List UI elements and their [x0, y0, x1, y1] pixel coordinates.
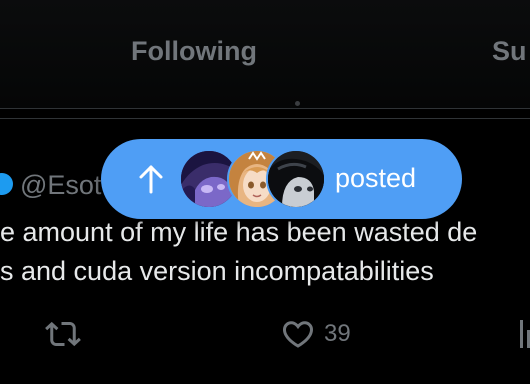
tab-following[interactable]: Following — [131, 36, 257, 67]
timeline-tabs-header: Following Su — [0, 0, 530, 109]
tweet-divider — [0, 118, 530, 119]
heart-icon — [282, 321, 314, 348]
tweet-text[interactable]: e amount of my life has been wasted de s… — [0, 213, 530, 291]
retweet-icon — [45, 321, 81, 347]
posted-label: posted — [335, 163, 417, 193]
like-button[interactable]: 39 — [280, 316, 351, 352]
verified-badge-icon — [0, 173, 13, 195]
timeline-screen: Following Su @Esot e amount of my life h… — [0, 0, 530, 384]
tweet-text-line: s and cuda version incompatabilities — [0, 256, 434, 286]
like-count: 39 — [324, 320, 351, 347]
header-dot — [295, 101, 300, 106]
avatar-dark-anime — [268, 151, 324, 207]
analytics-button[interactable] — [518, 316, 530, 348]
retweet-button[interactable] — [45, 316, 81, 352]
tab-subscribed[interactable]: Su — [492, 36, 527, 67]
analytics-icon — [520, 320, 530, 348]
arrow-up-icon — [139, 165, 163, 194]
avatar — [266, 149, 326, 209]
tweet-handle[interactable]: @Esot — [20, 170, 101, 201]
